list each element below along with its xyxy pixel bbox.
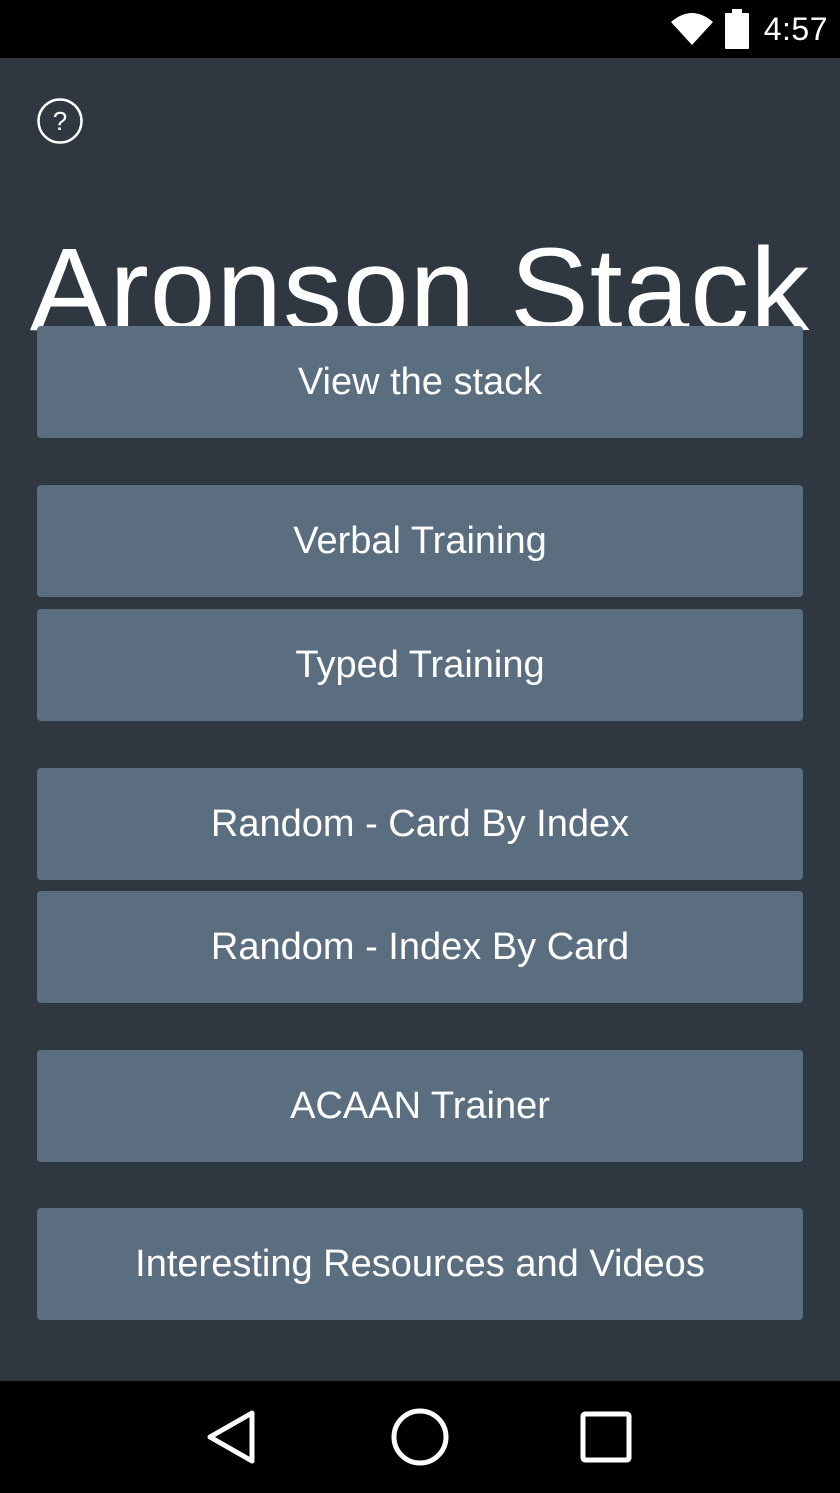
- random-index-by-card-button[interactable]: Random - Index By Card: [37, 891, 803, 1003]
- recents-icon[interactable]: [574, 1405, 638, 1469]
- wifi-icon: [670, 12, 714, 46]
- help-button[interactable]: ?: [37, 98, 83, 144]
- acaan-trainer-button[interactable]: ACAAN Trainer: [37, 1050, 803, 1162]
- back-icon[interactable]: [200, 1405, 264, 1469]
- battery-icon: [724, 9, 750, 49]
- help-glyph: ?: [53, 106, 67, 136]
- main-screen: ? Aronson Stack View the stack Verbal Tr…: [0, 58, 840, 1381]
- navigation-bar: [0, 1381, 840, 1493]
- home-icon[interactable]: [388, 1405, 452, 1469]
- clock: 4:57: [763, 10, 828, 47]
- resources-videos-button[interactable]: Interesting Resources and Videos: [37, 1208, 803, 1320]
- status-bar: 4:57: [0, 0, 840, 58]
- status-icons: 4:57: [670, 0, 828, 58]
- help-icon: ?: [37, 98, 83, 144]
- view-stack-button[interactable]: View the stack: [37, 326, 803, 438]
- verbal-training-button[interactable]: Verbal Training: [37, 485, 803, 597]
- random-card-by-index-button[interactable]: Random - Card By Index: [37, 768, 803, 880]
- typed-training-button[interactable]: Typed Training: [37, 609, 803, 721]
